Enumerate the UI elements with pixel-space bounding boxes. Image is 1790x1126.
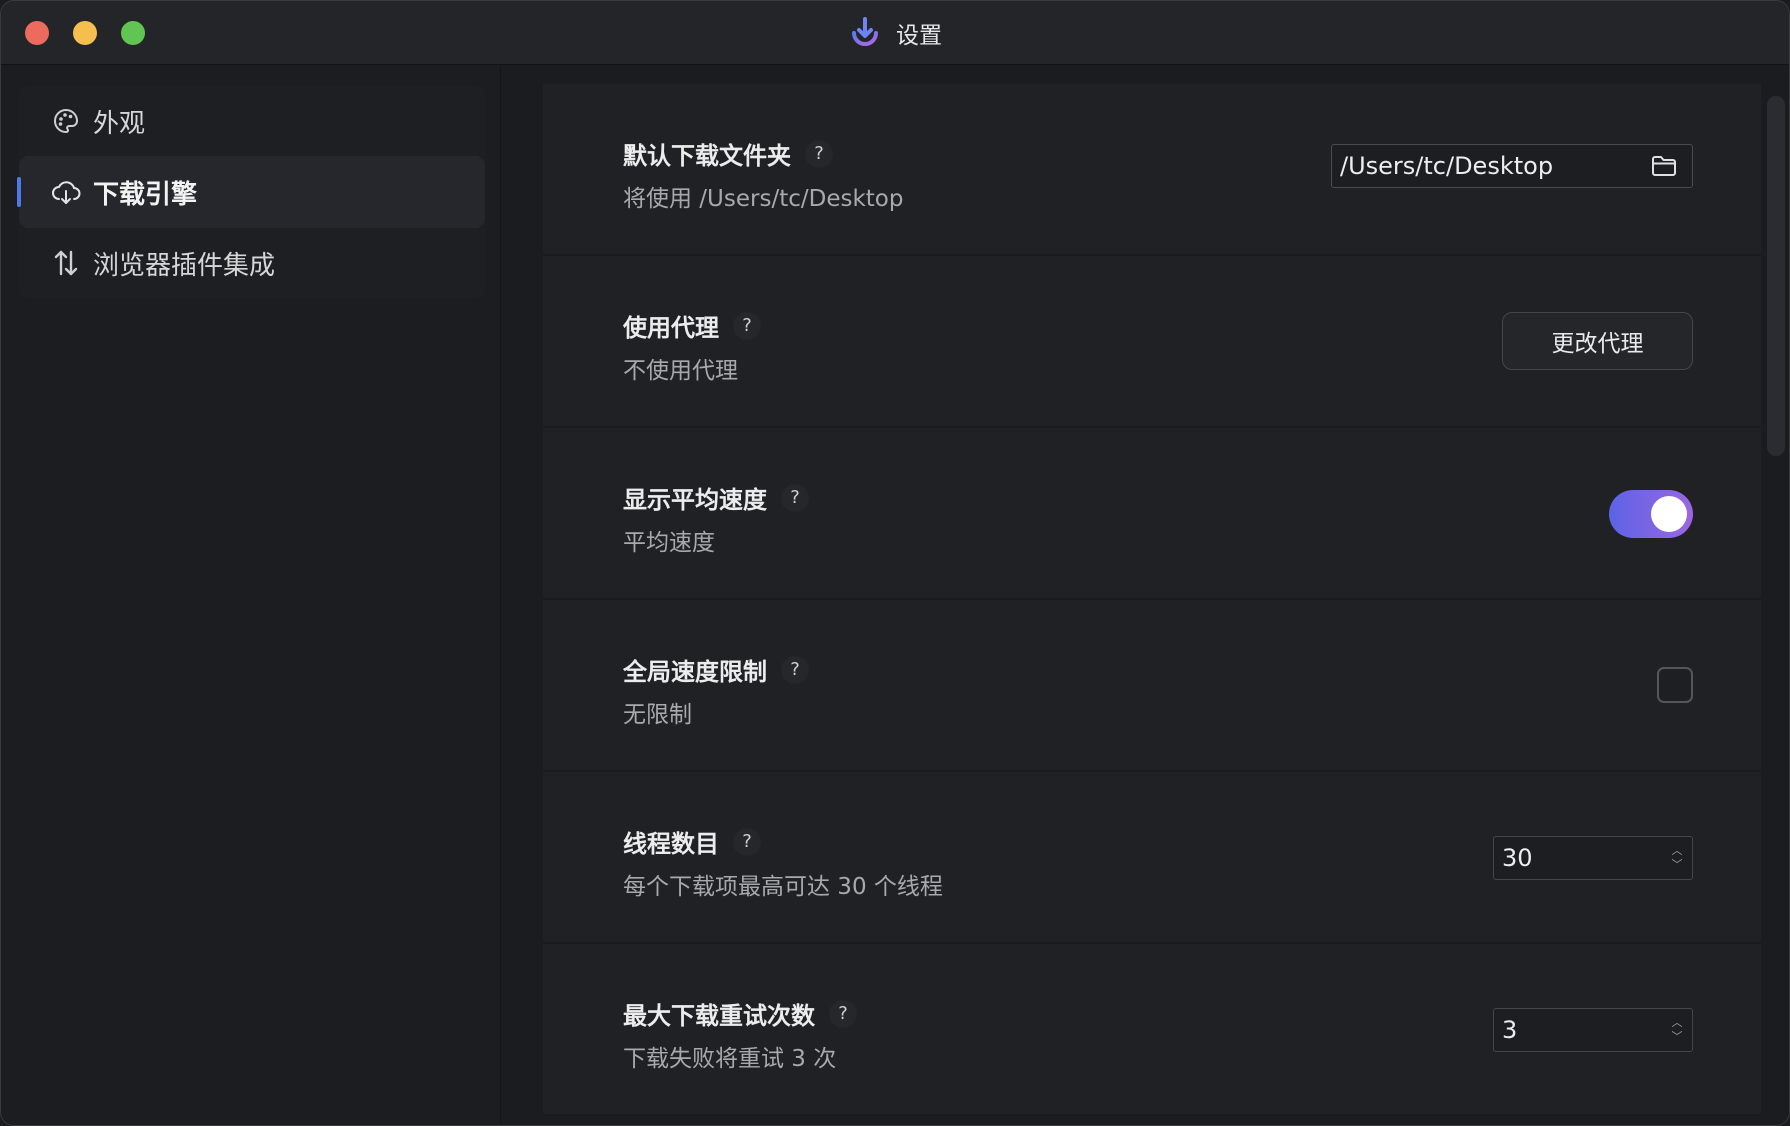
help-icon[interactable]: ?: [829, 999, 857, 1028]
setting-subtitle: 将使用 /Users/tc/Desktop: [623, 186, 904, 212]
speed-limit-checkbox[interactable]: [1657, 667, 1693, 703]
sidebar-item-browser-integration[interactable]: 浏览器插件集成: [19, 228, 485, 298]
setting-row-download-folder: 默认下载文件夹 ? 将使用 /Users/tc/Desktop /Users/t…: [543, 84, 1761, 256]
help-icon[interactable]: ?: [805, 139, 833, 168]
setting-subtitle: 每个下载项最高可达 30 个线程: [623, 874, 943, 900]
setting-label: 默认下载文件夹 ? 将使用 /Users/tc/Desktop: [623, 136, 903, 213]
sidebar-item-label: 外观: [93, 108, 146, 139]
setting-title-text: 默认下载文件夹: [623, 142, 791, 170]
setting-label: 线程数目 ? 每个下载项最高可达 30 个线程: [623, 824, 943, 901]
help-icon[interactable]: ?: [781, 483, 809, 512]
setting-subtitle: 平均速度: [623, 530, 715, 556]
setting-label: 使用代理 ? 不使用代理: [623, 308, 761, 385]
setting-title: 默认下载文件夹 ?: [623, 136, 903, 171]
setting-row-speed-limit: 全局速度限制 ? 无限制: [543, 600, 1761, 772]
setting-title: 最大下载重试次数 ?: [623, 996, 857, 1031]
setting-title-text: 使用代理: [623, 314, 719, 342]
palette-icon: [51, 106, 81, 136]
chevron-up-icon[interactable]: ︿: [1672, 844, 1683, 858]
setting-title-text: 显示平均速度: [623, 486, 767, 514]
sidebar-item-label: 下载引擎: [93, 179, 198, 210]
folder-icon[interactable]: [1644, 146, 1684, 186]
setting-subtitle: 下载失败将重试 3 次: [623, 1046, 837, 1072]
title-bar: 设置: [1, 1, 1789, 65]
sidebar-item-label: 浏览器插件集成: [93, 250, 276, 281]
threads-stepper[interactable]: 30 ︿ ﹀: [1493, 836, 1693, 880]
chevron-down-icon[interactable]: ﹀: [1672, 858, 1683, 872]
setting-label: 全局速度限制 ? 无限制: [623, 652, 809, 729]
setting-subtitle: 不使用代理: [623, 358, 738, 384]
setting-row-average-speed: 显示平均速度 ? 平均速度: [543, 428, 1761, 600]
setting-title-text: 最大下载重试次数: [623, 1002, 815, 1030]
download-folder-value: /Users/tc/Desktop: [1340, 152, 1554, 180]
setting-label: 最大下载重试次数 ? 下载失败将重试 3 次: [623, 996, 857, 1073]
setting-row-retries: 最大下载重试次数 ? 下载失败将重试 3 次 3 ︿ ﹀: [543, 944, 1761, 1116]
average-speed-toggle[interactable]: [1609, 490, 1693, 538]
title-group: 设置: [1, 1, 1789, 65]
scrollbar[interactable]: [1767, 96, 1785, 456]
download-folder-field[interactable]: /Users/tc/Desktop: [1331, 144, 1693, 188]
setting-title-text: 全局速度限制: [623, 658, 767, 686]
settings-content: 默认下载文件夹 ? 将使用 /Users/tc/Desktop /Users/t…: [511, 66, 1789, 1125]
sidebar-nav: 外观 下载引擎 浏览器插件集成: [17, 86, 485, 298]
setting-label: 显示平均速度 ? 平均速度: [623, 480, 809, 557]
retries-stepper[interactable]: 3 ︿ ﹀: [1493, 1008, 1693, 1052]
chevron-up-icon[interactable]: ︿: [1672, 1016, 1683, 1030]
setting-subtitle: 无限制: [623, 702, 692, 728]
chevron-down-icon[interactable]: ﹀: [1672, 1030, 1683, 1044]
settings-list: 默认下载文件夹 ? 将使用 /Users/tc/Desktop /Users/t…: [543, 84, 1761, 1116]
setting-title: 全局速度限制 ?: [623, 652, 809, 687]
cloud-download-icon: [51, 177, 81, 207]
help-icon[interactable]: ?: [781, 655, 809, 684]
setting-title: 使用代理 ?: [623, 308, 761, 343]
sidebar: 外观 下载引擎 浏览器插件集成: [1, 66, 501, 1125]
sort-arrows-icon: [51, 248, 81, 278]
setting-title: 线程数目 ?: [623, 824, 943, 859]
sidebar-item-download-engine[interactable]: 下载引擎: [17, 157, 485, 227]
toggle-knob: [1651, 496, 1687, 532]
retries-value: 3: [1502, 1016, 1518, 1044]
app-logo-icon: [852, 17, 878, 46]
stepper-arrows: ︿ ﹀: [1666, 838, 1688, 878]
help-icon[interactable]: ?: [733, 827, 761, 856]
threads-value: 30: [1502, 844, 1533, 872]
help-icon[interactable]: ?: [733, 311, 761, 340]
change-proxy-button[interactable]: 更改代理: [1502, 312, 1693, 370]
setting-row-threads: 线程数目 ? 每个下载项最高可达 30 个线程 30 ︿ ﹀: [543, 772, 1761, 944]
settings-window: 设置 外观 下载引擎 浏览器插件集成 默认下载文件夹 ? 将使用 /Users/…: [0, 0, 1790, 1126]
window-title: 设置: [896, 23, 942, 49]
stepper-arrows: ︿ ﹀: [1666, 1010, 1688, 1050]
sidebar-item-appearance[interactable]: 外观: [19, 86, 485, 156]
setting-title: 显示平均速度 ?: [623, 480, 809, 515]
setting-row-proxy: 使用代理 ? 不使用代理 更改代理: [543, 256, 1761, 428]
setting-title-text: 线程数目: [623, 830, 719, 858]
